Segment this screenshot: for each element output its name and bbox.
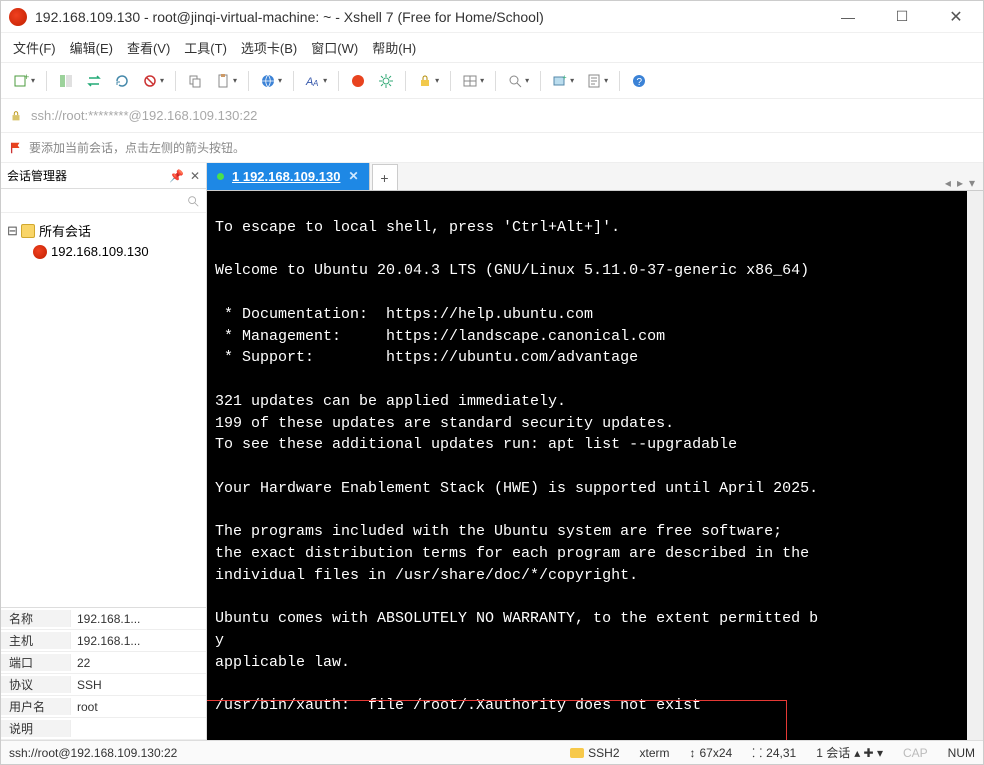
status-num: NUM xyxy=(948,746,975,760)
tab-label: 1 192.168.109.130 xyxy=(232,169,340,184)
prop-row: 名称192.168.1... xyxy=(1,608,206,630)
terminal-scrollbar[interactable] xyxy=(967,191,983,740)
lock-button[interactable]: ▾ xyxy=(413,70,443,92)
sidebar-title: 会话管理器 xyxy=(7,167,67,184)
prop-row: 主机192.168.1... xyxy=(1,630,206,652)
gear-button[interactable] xyxy=(374,70,398,92)
sidebar: 会话管理器 📌 ✕ ⊟ 所有会话 192.168.109.130 名称192.1… xyxy=(1,163,207,740)
tab-menu-icon[interactable]: ▾ xyxy=(969,176,975,190)
app-icon xyxy=(9,8,27,26)
search-icon xyxy=(186,194,200,208)
hintbar: 要添加当前会话，点击左侧的箭头按钮。 xyxy=(1,133,983,163)
new-session-button[interactable]: +▾ xyxy=(9,70,39,92)
copy-button[interactable] xyxy=(183,70,207,92)
addressbar[interactable]: ssh://root:********@192.168.109.130:22 xyxy=(1,99,983,133)
font-button[interactable]: AA▾ xyxy=(301,70,331,92)
sidebar-header: 会话管理器 📌 ✕ xyxy=(1,163,206,189)
status-term: xterm xyxy=(640,746,670,760)
svg-text:?: ? xyxy=(637,77,643,88)
menu-edit[interactable]: 编辑(E) xyxy=(70,38,113,57)
terminal[interactable]: To escape to local shell, press 'Ctrl+Al… xyxy=(207,191,983,740)
sidebar-search[interactable] xyxy=(1,189,206,213)
menubar: 文件(F) 编辑(E) 查看(V) 工具(T) 选项卡(B) 窗口(W) 帮助(… xyxy=(1,33,983,63)
main-area: 会话管理器 📌 ✕ ⊟ 所有会话 192.168.109.130 名称192.1… xyxy=(1,163,983,740)
status-dot-icon xyxy=(217,173,224,180)
hint-text: 要添加当前会话，点击左侧的箭头按钮。 xyxy=(29,139,245,156)
add-button[interactable]: +▾ xyxy=(548,70,578,92)
toolbar: +▾ ▾ ▾ ▾ AA▾ ▾ ▾ ▾ +▾ ▾ ? xyxy=(1,63,983,99)
paste-button[interactable]: ▾ xyxy=(211,70,241,92)
titlebar: 192.168.109.130 - root@jinqi-virtual-mac… xyxy=(1,1,983,33)
sessions-panel-button[interactable] xyxy=(54,70,78,92)
session-icon xyxy=(33,245,47,259)
tab-next-icon[interactable]: ▸ xyxy=(957,176,963,190)
find-button[interactable]: ▾ xyxy=(503,70,533,92)
status-protocol: SSH2 xyxy=(570,746,619,760)
status-address: ssh://root@192.168.109.130:22 xyxy=(9,746,177,760)
tab-nav: ◂ ▸ ▾ xyxy=(945,176,983,190)
transfer-button[interactable] xyxy=(82,70,106,92)
folder-icon xyxy=(21,224,35,238)
tree-toggle-icon[interactable]: ⊟ xyxy=(7,223,17,239)
statusbar: ssh://root@192.168.109.130:22 SSH2 xterm… xyxy=(1,740,983,764)
menu-window[interactable]: 窗口(W) xyxy=(311,38,358,57)
pin-icon[interactable]: 📌 xyxy=(169,169,184,183)
reconnect-button[interactable] xyxy=(110,70,134,92)
ssh-icon xyxy=(570,748,584,758)
tab-add-button[interactable]: + xyxy=(372,164,398,190)
window-title: 192.168.109.130 - root@jinqi-virtual-mac… xyxy=(35,9,833,25)
menu-view[interactable]: 查看(V) xyxy=(127,38,170,57)
menu-help[interactable]: 帮助(H) xyxy=(372,38,416,57)
svg-text:A: A xyxy=(312,79,318,88)
status-pos: ⸬ 24,31 xyxy=(752,744,796,761)
sidebar-properties: 名称192.168.1... 主机192.168.1... 端口22 协议SSH… xyxy=(1,607,206,740)
status-sessions[interactable]: 1 会话 ▴ ✚ ▾ xyxy=(816,744,883,761)
maximize-button[interactable]: ☐ xyxy=(887,2,917,32)
svg-text:+: + xyxy=(562,73,567,82)
help-button[interactable]: ? xyxy=(627,70,651,92)
menu-file[interactable]: 文件(F) xyxy=(13,38,56,57)
xshell-icon-button[interactable] xyxy=(346,70,370,92)
address-text: ssh://root:********@192.168.109.130:22 xyxy=(31,108,257,123)
tab-close-icon[interactable]: ✕ xyxy=(348,169,358,183)
prop-row: 说明 xyxy=(1,718,206,740)
flag-icon xyxy=(9,141,23,155)
tree-node-session[interactable]: 192.168.109.130 xyxy=(5,242,202,261)
tab-session[interactable]: 1 192.168.109.130 ✕ xyxy=(207,163,370,190)
content-area: 1 192.168.109.130 ✕ + ◂ ▸ ▾ To escape to… xyxy=(207,163,983,740)
window-buttons: — ☐ ✕ xyxy=(833,2,975,32)
close-button[interactable]: ✕ xyxy=(941,2,971,32)
prop-row: 协议SSH xyxy=(1,674,206,696)
globe-button[interactable]: ▾ xyxy=(256,70,286,92)
tree-root[interactable]: ⊟ 所有会话 xyxy=(5,219,202,242)
prop-row: 端口22 xyxy=(1,652,206,674)
tree-root-label: 所有会话 xyxy=(39,221,91,240)
layout-button[interactable]: ▾ xyxy=(458,70,488,92)
sidebar-tree: ⊟ 所有会话 192.168.109.130 xyxy=(1,213,206,607)
status-size: ↕ 67x24 xyxy=(690,746,733,760)
script-button[interactable]: ▾ xyxy=(582,70,612,92)
minimize-button[interactable]: — xyxy=(833,2,863,32)
svg-text:+: + xyxy=(24,73,29,82)
tab-prev-icon[interactable]: ◂ xyxy=(945,176,951,190)
status-cap: CAP xyxy=(903,746,928,760)
prop-row: 用户名root xyxy=(1,696,206,718)
menu-tabs[interactable]: 选项卡(B) xyxy=(241,38,297,57)
tree-node-label: 192.168.109.130 xyxy=(51,244,149,259)
menu-tools[interactable]: 工具(T) xyxy=(184,38,227,57)
sidebar-close-icon[interactable]: ✕ xyxy=(190,169,200,183)
lock-icon xyxy=(9,109,23,123)
tab-row: 1 192.168.109.130 ✕ + ◂ ▸ ▾ xyxy=(207,163,983,191)
disconnect-button[interactable]: ▾ xyxy=(138,70,168,92)
